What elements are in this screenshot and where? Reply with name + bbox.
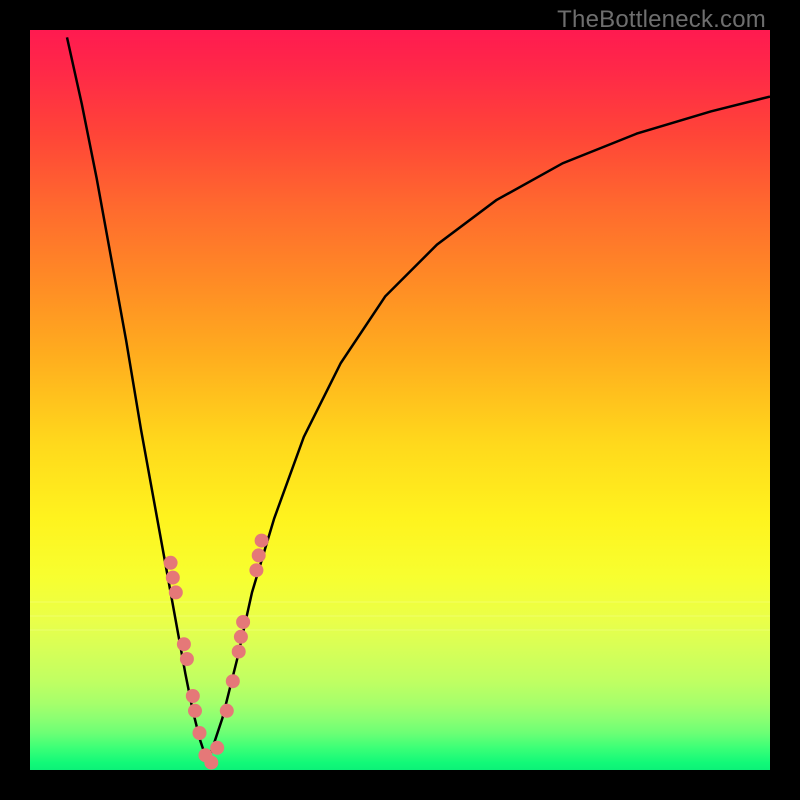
marker-dot (169, 585, 183, 599)
marker-dot (232, 645, 246, 659)
marker-dot (204, 756, 218, 770)
chart-svg (30, 30, 770, 770)
marker-dot (236, 615, 250, 629)
marker-dot (166, 571, 180, 585)
marker-dot (180, 652, 194, 666)
marker-dot (210, 741, 224, 755)
marker-dot (226, 674, 240, 688)
marker-dot (234, 630, 248, 644)
marker-dot (220, 704, 234, 718)
yellow-band-ridges (30, 602, 770, 630)
outer-frame: TheBottleneck.com (0, 0, 800, 800)
bottleneck-curve-right (208, 97, 770, 763)
marker-dot (249, 563, 263, 577)
marker-dot (186, 689, 200, 703)
marker-dot (255, 534, 269, 548)
marker-dot (177, 637, 191, 651)
marker-dot (193, 726, 207, 740)
marker-dot (164, 556, 178, 570)
marker-dot (252, 548, 266, 562)
plot-area (30, 30, 770, 770)
marker-dot (188, 704, 202, 718)
